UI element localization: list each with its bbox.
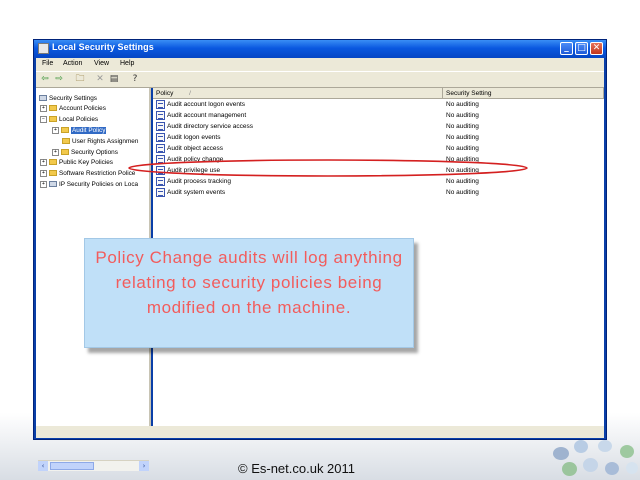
decor-dot	[598, 440, 612, 452]
copyright-footer: © Es-net.co.uk 2011	[238, 461, 356, 476]
decor-dot	[574, 440, 588, 453]
decor-dot	[562, 462, 577, 476]
decor-dot	[620, 445, 634, 458]
highlight-ellipse	[128, 159, 528, 177]
decor-dot	[553, 447, 569, 460]
decor-dot	[605, 462, 619, 475]
callout-box: Policy Change audits will log anything r…	[84, 238, 414, 348]
callout-text: Policy Change audits will log anything r…	[95, 248, 403, 317]
decor-dot	[583, 458, 598, 472]
decor-dot	[626, 462, 638, 474]
